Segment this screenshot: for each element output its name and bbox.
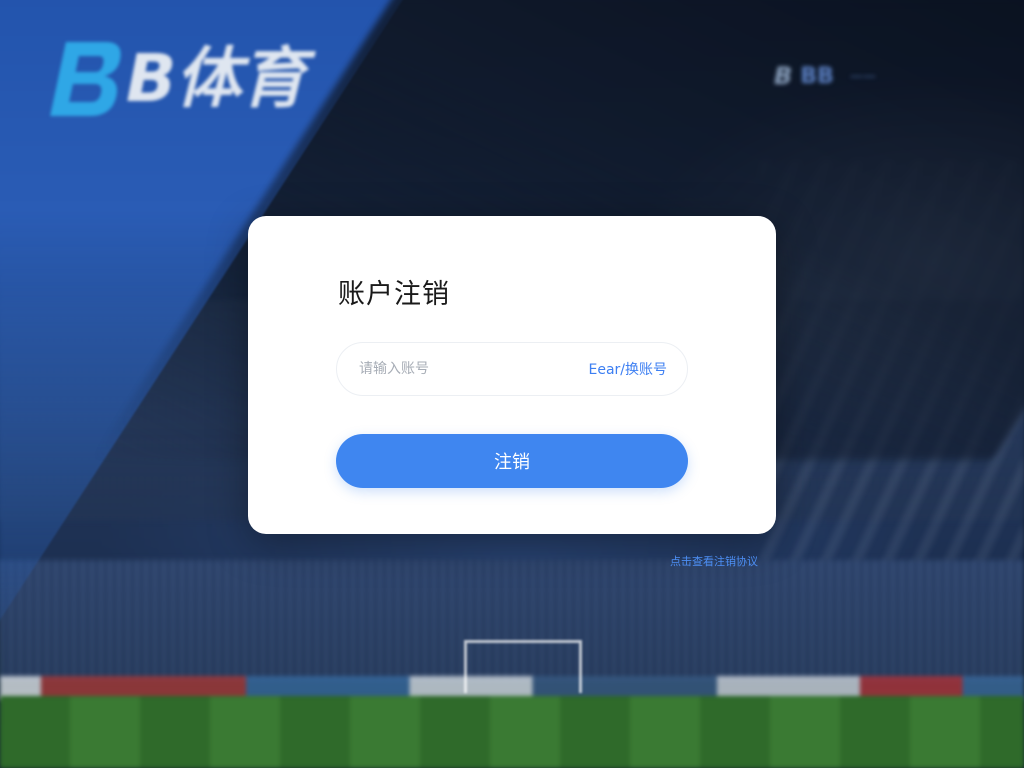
switch-account-link[interactable]: Eear/换账号 [588, 359, 667, 379]
account-input-row: Eear/换账号 [336, 342, 688, 396]
dialog-title: 账户注销 [338, 279, 450, 310]
account-input[interactable] [357, 353, 581, 385]
pitch [0, 696, 1024, 768]
header-mini-logo: B [774, 62, 793, 90]
goal-frame [464, 640, 582, 693]
cancel-agreement-link[interactable]: 点击查看注销协议 [670, 553, 758, 569]
brand-logo-text: B体育 [126, 40, 306, 117]
header-nav-item[interactable]: BB [800, 64, 834, 89]
page: B体育 B BB —— 账户注销 Eear/换账号 注销 点击查看注销协议 [0, 0, 1024, 768]
bb-logo-icon [50, 42, 121, 116]
header-nav-line: —— [849, 68, 876, 84]
cancel-account-button[interactable]: 注销 [336, 434, 688, 488]
header-nav: B BB —— [774, 62, 876, 90]
brand-logo: B体育 [50, 38, 306, 120]
account-cancel-dialog: 账户注销 Eear/换账号 注销 [248, 216, 776, 534]
